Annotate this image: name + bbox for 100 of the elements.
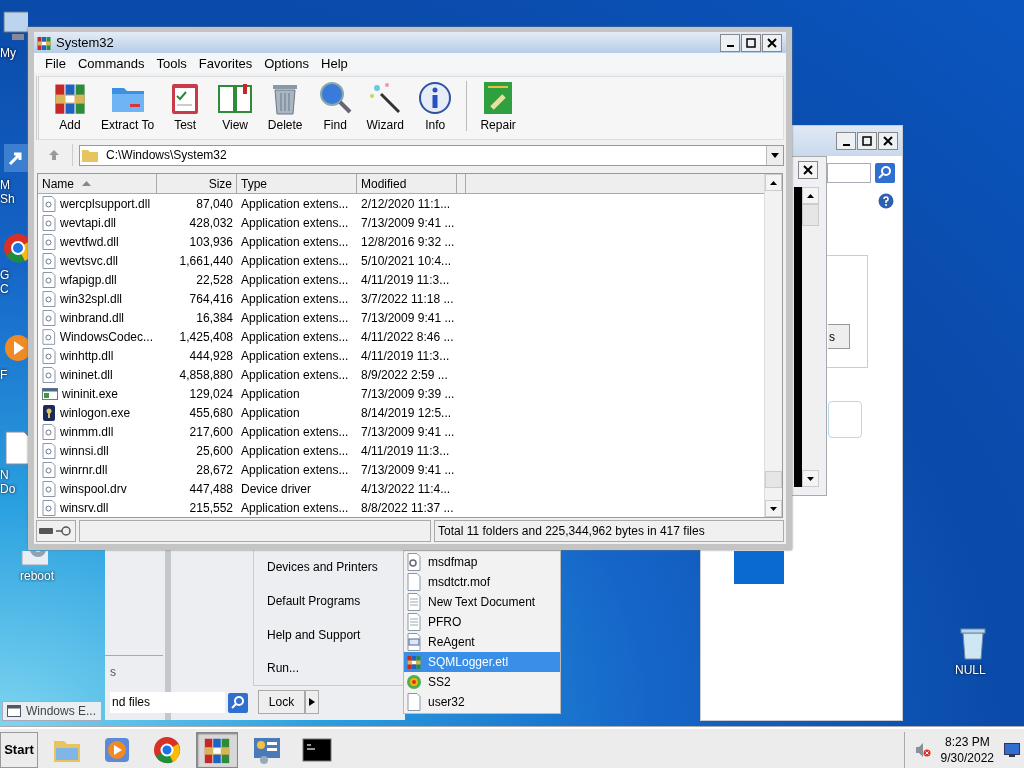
menu-item[interactable]: Commands — [71, 55, 151, 71]
arrow-button[interactable] — [305, 690, 319, 714]
menu-item[interactable]: Options — [258, 55, 316, 71]
maximize-button[interactable] — [741, 33, 761, 52]
file-name-cell[interactable]: wercplsupport.dll — [38, 194, 157, 213]
table-cell-text: 455,680 — [188, 404, 234, 422]
menu-item[interactable]: s — [110, 665, 116, 679]
toolbar-button[interactable]: Delete — [260, 77, 311, 132]
menu-item[interactable]: msdfmap — [404, 552, 560, 572]
search-field[interactable] — [827, 163, 871, 183]
scrollbar[interactable] — [764, 174, 782, 517]
menu-item[interactable]: Default Programs — [254, 583, 406, 618]
toolbar-button[interactable]: Info — [410, 77, 461, 132]
menu-item[interactable]: Tools — [150, 55, 193, 71]
file-name-cell[interactable]: win32spl.dll — [38, 289, 157, 308]
scroll-thumb[interactable] — [765, 471, 782, 488]
file-name-cell[interactable]: wevtapi.dll — [38, 213, 157, 232]
toolbar-button[interactable]: Wizard — [360, 77, 411, 132]
file-name-cell[interactable]: wininit.exe — [38, 384, 157, 403]
scroll-up-button[interactable] — [765, 174, 782, 191]
scroll-down-button[interactable] — [765, 500, 782, 517]
toolbar-button[interactable]: Find — [310, 77, 361, 132]
toolbar-button[interactable]: Add — [45, 77, 95, 132]
scroll-thumb[interactable] — [802, 204, 819, 226]
menu-item[interactable]: Favorites — [192, 55, 259, 71]
toolbar-button[interactable]: View — [210, 77, 261, 132]
file-name-cell[interactable]: winhttp.dll — [38, 346, 157, 365]
file-name-cell[interactable]: winsrv.dll — [38, 498, 157, 517]
close-button[interactable] — [878, 132, 898, 150]
column-header[interactable]: Size — [157, 174, 237, 193]
dialog-button[interactable]: s — [828, 324, 850, 349]
file-name-cell[interactable]: winlogon.exe — [38, 403, 157, 422]
info-icon — [417, 80, 454, 116]
code-file-icon — [406, 633, 422, 651]
file-name-cell[interactable]: wevtsvc.dll — [38, 251, 157, 270]
table-cell-text: Application — [240, 385, 301, 403]
menu-item[interactable]: New Text Document — [404, 592, 560, 612]
address-field[interactable]: C:\Windows\System32 — [79, 144, 784, 166]
dropdown-button[interactable] — [766, 145, 783, 165]
menu-item[interactable]: SS2 — [404, 672, 560, 692]
file-name-cell[interactable]: winmm.dll — [38, 422, 157, 441]
search-field[interactable]: nd files — [110, 692, 225, 713]
menu-item[interactable]: Devices and Printers — [254, 550, 406, 584]
file-name-cell[interactable]: winspool.drv — [38, 479, 157, 498]
dll-file-icon — [42, 328, 56, 345]
file-name-cell[interactable]: winrnr.dll — [38, 460, 157, 479]
menu-item[interactable]: user32 — [404, 692, 560, 712]
search-icon[interactable] — [228, 693, 248, 713]
clock-date[interactable]: 9/30/2022 — [940, 749, 994, 766]
minimize-button[interactable] — [836, 132, 856, 150]
file-name-cell[interactable]: wfapigp.dll — [38, 270, 157, 289]
table-cell-text: Application extens... — [240, 233, 350, 251]
table-cell-text: 7/13/2009 9:41 ... — [360, 214, 456, 232]
toolbar-button[interactable]: Extract To — [95, 77, 161, 132]
close-button[interactable] — [762, 33, 782, 52]
menu-item[interactable]: msdtctr.mof — [404, 572, 560, 592]
dll-file-icon — [42, 290, 56, 307]
menu-item[interactable]: Help — [315, 55, 354, 71]
lock-button[interactable]: Lock — [258, 690, 305, 714]
column-header[interactable]: Name — [38, 174, 157, 193]
file-name-cell[interactable]: wininet.dll — [38, 365, 157, 384]
menu-item[interactable]: ReAgent — [404, 632, 560, 652]
menu-item[interactable]: Help and Support — [254, 617, 406, 652]
table-cell-text: 25,600 — [195, 442, 234, 460]
toolbar-button[interactable]: Test — [160, 77, 211, 132]
table-cell-text: 7/13/2009 9:41 ... — [360, 309, 456, 327]
file-name-cell[interactable]: WindowsCodec... — [38, 327, 157, 346]
column-header[interactable]: Type — [237, 174, 357, 193]
show-desktop-icon[interactable] — [1004, 742, 1020, 757]
muted-speaker-icon[interactable] — [914, 741, 931, 758]
start-button[interactable]: Start — [0, 731, 38, 768]
close-button[interactable] — [798, 161, 818, 179]
table-cell-text: 16,384 — [195, 309, 234, 327]
file-name-cell[interactable]: wevtfwd.dll — [38, 232, 157, 251]
desktop-icon-label: My — [0, 46, 16, 60]
search-icon[interactable] — [875, 163, 895, 183]
dll-file-icon — [42, 480, 56, 497]
column-header[interactable]: Modified — [357, 174, 457, 193]
scroll-up-button[interactable] — [802, 187, 819, 204]
input-field[interactable] — [828, 401, 862, 438]
minimize-button[interactable] — [720, 33, 740, 52]
scrollbar[interactable] — [802, 187, 819, 487]
menu-item[interactable]: File — [39, 55, 72, 71]
table-cell-text: Application extens... — [240, 271, 350, 289]
table-cell-text: 103,936 — [188, 233, 234, 251]
menu-item[interactable]: Run... — [254, 651, 406, 685]
file-name-cell[interactable]: winnsi.dll — [38, 441, 157, 460]
window-icon — [42, 386, 58, 401]
maximize-button[interactable] — [857, 132, 877, 150]
maximize-icon — [862, 136, 872, 146]
help-icon[interactable] — [878, 193, 894, 209]
menu-item[interactable]: PFRO — [404, 612, 560, 632]
clock-time[interactable]: 8:23 PM — [944, 733, 990, 750]
file-name-cell[interactable]: winbrand.dll — [38, 308, 157, 327]
dll-file-icon — [42, 366, 56, 383]
toolbar-button[interactable]: Repair — [473, 77, 524, 132]
task-button[interactable]: Windows E... — [2, 701, 102, 721]
books-icon — [36, 34, 52, 51]
scroll-down-button[interactable] — [802, 470, 819, 487]
dll-file-icon — [42, 271, 56, 288]
